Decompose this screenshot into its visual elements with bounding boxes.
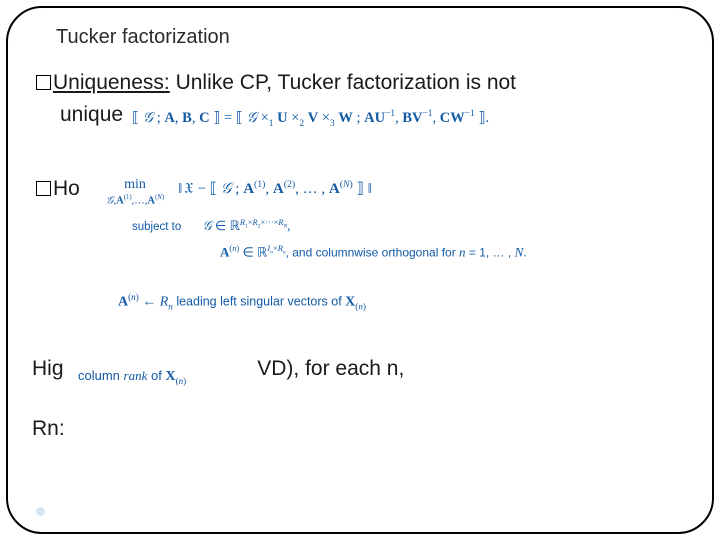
bullet-uniqueness: Uniqueness: Unlike CP, Tucker factorizat… (36, 71, 516, 95)
slide-title: Tucker factorization (56, 26, 684, 49)
formula-subject-a: A(n) ∈ ℝIn×Rn, and columnwise orthogonal… (220, 243, 526, 260)
formula-subject-g: subject to 𝒢 ∈ ℝR1×R2×···×RN, (132, 217, 290, 234)
formula-rn: column rank of X(n) (78, 368, 186, 386)
slide-content: Uniqueness: Unlike CP, Tucker factorizat… (36, 67, 684, 503)
formula-hosvd-step: A(n) ← Rn leading left singular vectors … (118, 292, 366, 311)
uniqueness-underline: Uniqueness: (53, 71, 170, 94)
min-operator: min 𝒢,A(1),…,A(N) (106, 179, 164, 208)
square-bullet-icon (36, 75, 51, 90)
uniqueness-text: Unlike CP, Tucker factorization is not (170, 71, 516, 94)
formula-minimization: min 𝒢,A(1),…,A(N) ‖ 𝔛 − ⟦ 𝒢 ; A(1), A(2)… (106, 179, 666, 208)
min-body: ‖ 𝔛 − ⟦ 𝒢 ; A(1), A(2), … , A(N) ⟧ ‖ (178, 181, 370, 197)
bullet-uniqueness-line2: unique (60, 103, 123, 127)
rn-label: Rn: (32, 417, 65, 441)
hosvd-tail: VD), for each n, (257, 357, 404, 380)
howto-text: Ho (53, 177, 80, 200)
square-bullet-icon (36, 181, 51, 196)
slide-frame: Tucker factorization Uniqueness: Unlike … (6, 6, 714, 534)
bullet-howto: Ho (36, 177, 80, 201)
formula-nonuniqueness: ⟦ 𝒢 ; A, B, C ⟧ = ⟦ 𝒢 ×1 U ×2 V ×3 W ; A… (132, 109, 489, 129)
hosvd-prefix: Hig (32, 357, 64, 380)
page-indicator-icon (36, 507, 45, 516)
